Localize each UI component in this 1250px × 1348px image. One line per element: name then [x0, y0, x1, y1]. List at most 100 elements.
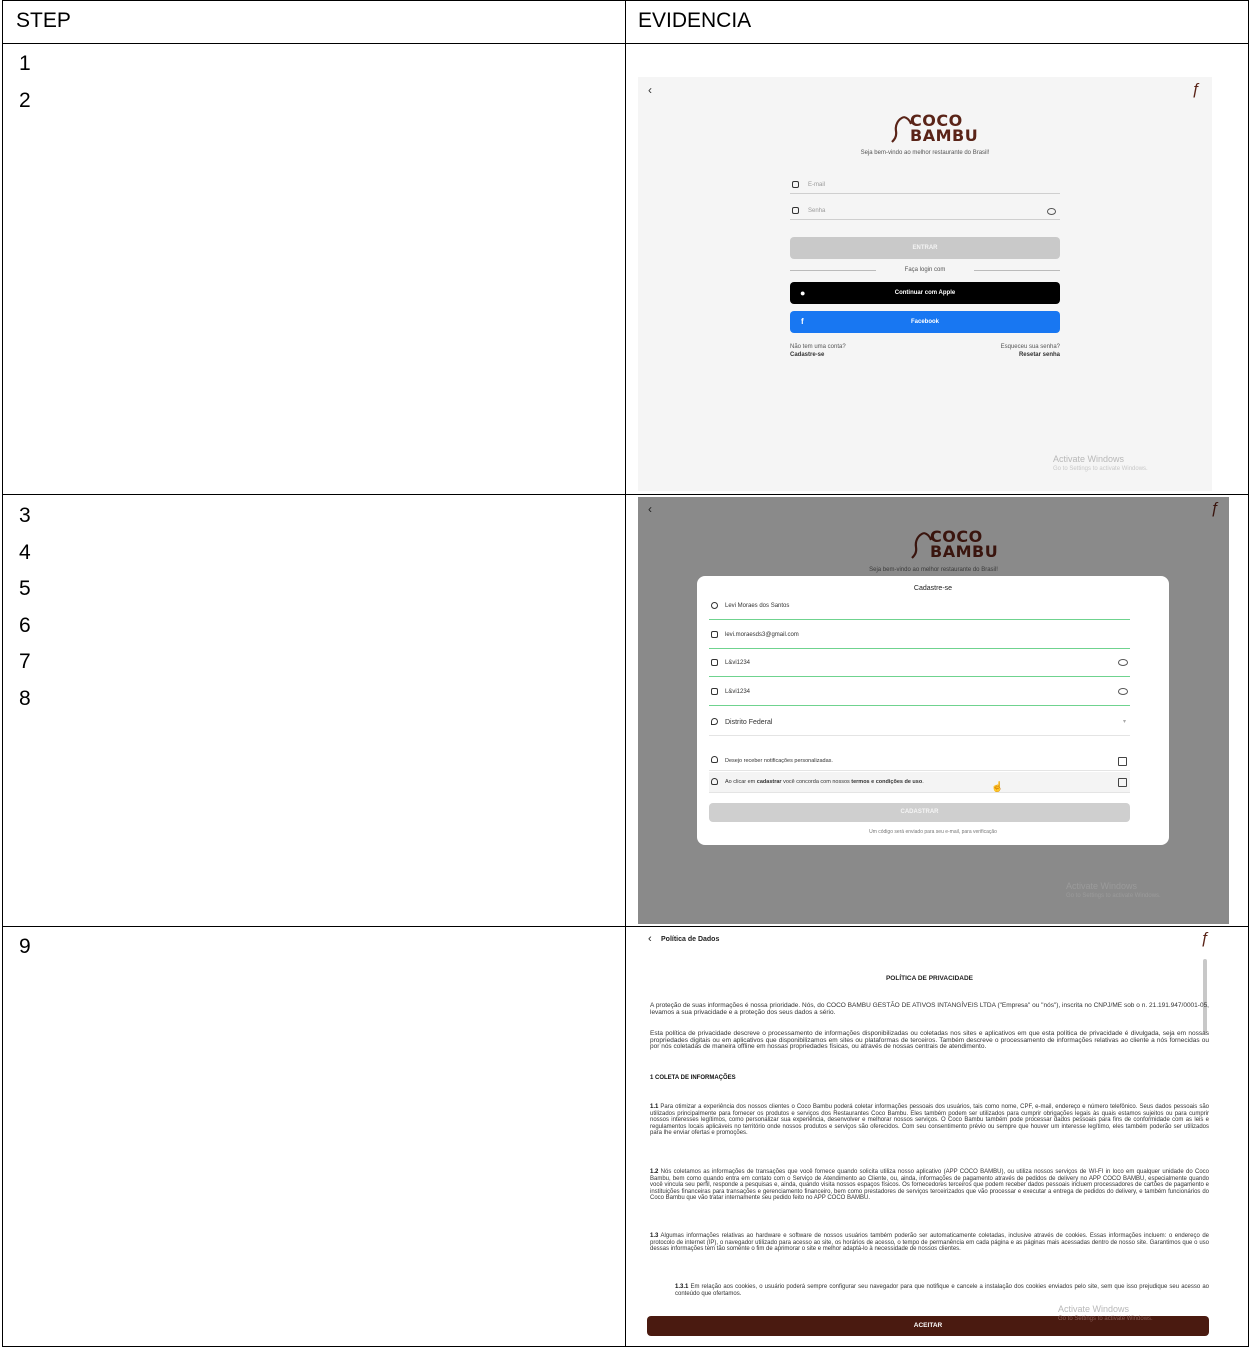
- policy-header-title: Política de Dados: [661, 936, 720, 943]
- terms-middle: você concorda com nossos: [781, 779, 852, 785]
- modal-title: Cadastre-se: [913, 585, 953, 592]
- enter-button[interactable]: ENTRAR: [790, 237, 1060, 259]
- state-value: Distrito Federal: [725, 719, 773, 726]
- steps-row-1: 1 2: [19, 46, 31, 119]
- notifications-row[interactable]: Desejo receber notificações personalizad…: [709, 752, 1130, 771]
- register-modal: Cadastre-se Levi Moraes dos Santos levi.…: [697, 576, 1169, 845]
- clause-text: Em relação aos cookies, o usuário poderá…: [675, 1284, 1209, 1297]
- terms-bold-register: cadastrar: [756, 779, 782, 785]
- brand-mark-icon: ƒ: [1191, 81, 1200, 98]
- activate-windows-sub: Go to Settings to activate Windows.: [1058, 1316, 1153, 1322]
- divider-line-right: [974, 270, 1060, 271]
- activate-windows-sub: Go to Settings to activate Windows.: [1053, 466, 1148, 472]
- divider-line-left: [790, 270, 876, 271]
- back-chevron-icon[interactable]: ‹: [648, 502, 652, 516]
- scrollbar-thumb[interactable]: [1203, 959, 1207, 1033]
- steps-row-2: 3 4 5 6 7 8: [19, 498, 31, 717]
- step-number: 7: [19, 650, 31, 673]
- confirm-password-field[interactable]: L&vi1234: [709, 679, 1130, 706]
- clause-text: Para otimizar a experiência dos nossos c…: [650, 1104, 1209, 1137]
- notifications-label: Desejo receber notificações personalizad…: [725, 758, 833, 764]
- column-divider: [625, 1, 626, 1346]
- step-number: 6: [19, 613, 31, 637]
- clause-number: 1.3.1: [675, 1284, 689, 1290]
- chevron-down-icon: ▾: [1122, 719, 1126, 725]
- policy-paragraph: 1.1 Para otimizar a experiência dos noss…: [650, 1104, 1209, 1137]
- step-number: 9: [19, 935, 31, 958]
- notifications-checkbox[interactable]: [1118, 757, 1127, 766]
- login-screenshot: ‹ ƒ COCO BAMBU Seja bem-vindo ao melhor …: [638, 77, 1212, 491]
- register-button[interactable]: CADASTRAR: [709, 803, 1130, 822]
- login-divider: Faça login com: [790, 267, 1060, 273]
- clause-text: Nós coletamos as informações de transaçõ…: [650, 1169, 1209, 1202]
- eye-toggle-icon[interactable]: [1047, 208, 1056, 215]
- terms-link[interactable]: termos e condições de uso: [851, 779, 922, 785]
- row-divider: [3, 494, 1248, 495]
- palm-logo-icon: [891, 115, 912, 143]
- no-account-text: Não tem uma conta?: [790, 344, 846, 350]
- hand-cursor-icon: ☝: [991, 782, 1004, 793]
- terms-prefix: Ao clicar em: [725, 779, 757, 785]
- password-field[interactable]: Senha: [790, 203, 1060, 220]
- facebook-login-button[interactable]: f Facebook: [790, 311, 1060, 333]
- activate-windows-title: Activate Windows: [1066, 881, 1138, 891]
- activate-windows-title: Activate Windows: [1058, 1304, 1130, 1314]
- bell-icon: [711, 756, 718, 763]
- password-field[interactable]: L&vi1234: [709, 650, 1130, 677]
- email-placeholder: E-mail: [808, 182, 826, 188]
- register-screenshot: ‹ ƒ COCO BAMBU Seja bem-vindo ao melhor …: [638, 497, 1229, 924]
- password-placeholder: Senha: [808, 208, 826, 214]
- policy-paragraph: 1.3.1 Em relação aos cookies, o usuário …: [675, 1284, 1209, 1297]
- eye-toggle-icon[interactable]: [1118, 688, 1128, 695]
- clause-text: Algumas informações relativas ao hardwar…: [650, 1233, 1209, 1253]
- policy-doc-title: POLÍTICA DE PRIVACIDADE: [885, 975, 974, 982]
- step-number: 5: [19, 577, 31, 600]
- divider-text: Faça login com: [904, 267, 946, 273]
- apple-icon: ●: [800, 288, 806, 298]
- email-value: levi.moraesds3@gmail.com: [725, 632, 799, 638]
- email-field[interactable]: E-mail: [790, 177, 1060, 194]
- back-chevron-icon[interactable]: ‹: [648, 933, 652, 945]
- user-icon: [711, 602, 718, 609]
- email-field[interactable]: levi.moraesds3@gmail.com: [709, 622, 1130, 649]
- lock-icon: [711, 688, 718, 695]
- tagline: Seja bem-vindo ao melhor restaurante do …: [869, 567, 998, 573]
- reset-password-link[interactable]: Resetar senha: [1019, 352, 1060, 358]
- header-evidence: EVIDENCIA: [638, 9, 752, 32]
- terms-checkbox[interactable]: [1118, 778, 1127, 787]
- logo-line-2: BAMBU: [910, 126, 979, 145]
- policy-screenshot: ‹ Política de Dados ƒ POLÍTICA DE PRIVAC…: [638, 927, 1221, 1341]
- name-field[interactable]: Levi Moraes dos Santos: [709, 593, 1130, 620]
- row-divider: [3, 43, 1248, 44]
- step-number: 4: [19, 540, 31, 564]
- email-icon: [711, 631, 718, 638]
- step-number: 1: [19, 52, 31, 75]
- bell-icon: [711, 778, 718, 785]
- verification-note: Um código será enviado para seu e-mail, …: [869, 829, 997, 835]
- terms-row[interactable]: Ao clicar em cadastrar você concorda com…: [709, 772, 1130, 793]
- back-chevron-icon[interactable]: ‹: [648, 83, 652, 97]
- forgot-password-text: Esqueceu sua senha?: [1000, 344, 1060, 350]
- activate-windows-title: Activate Windows: [1053, 454, 1125, 464]
- policy-paragraph: 1.3 Algumas informações relativas ao har…: [650, 1233, 1209, 1253]
- register-link[interactable]: Cadastre-se: [790, 352, 824, 358]
- terms-label: Ao clicar em cadastrar você concorda com…: [725, 779, 924, 785]
- brand-mark-icon: ƒ: [1200, 930, 1209, 947]
- step-number: 3: [19, 504, 31, 527]
- confirm-password-value: L&vi1234: [725, 689, 751, 695]
- section-heading: 1 COLETA DE INFORMAÇÕES: [650, 1075, 736, 1081]
- apple-button-label: Continuar com Apple: [894, 290, 956, 296]
- apple-login-button[interactable]: ● Continuar com Apple: [790, 282, 1060, 304]
- state-select[interactable]: Distrito Federal ▾: [709, 709, 1130, 736]
- lock-icon: [792, 207, 799, 214]
- palm-logo-icon: [911, 531, 932, 559]
- tagline: Seja bem-vindo ao melhor restaurante do …: [860, 150, 990, 156]
- facebook-icon: f: [801, 317, 804, 326]
- email-icon: [792, 181, 799, 188]
- policy-paragraph: Esta política de privacidade descreve o …: [650, 1030, 1209, 1051]
- terms-suffix: .: [922, 779, 924, 785]
- brand-mark-icon: ƒ: [1210, 500, 1219, 517]
- step-number: 8: [19, 686, 31, 710]
- policy-paragraph: A proteção de suas informações é nossa p…: [650, 1002, 1209, 1016]
- eye-toggle-icon[interactable]: [1118, 659, 1128, 666]
